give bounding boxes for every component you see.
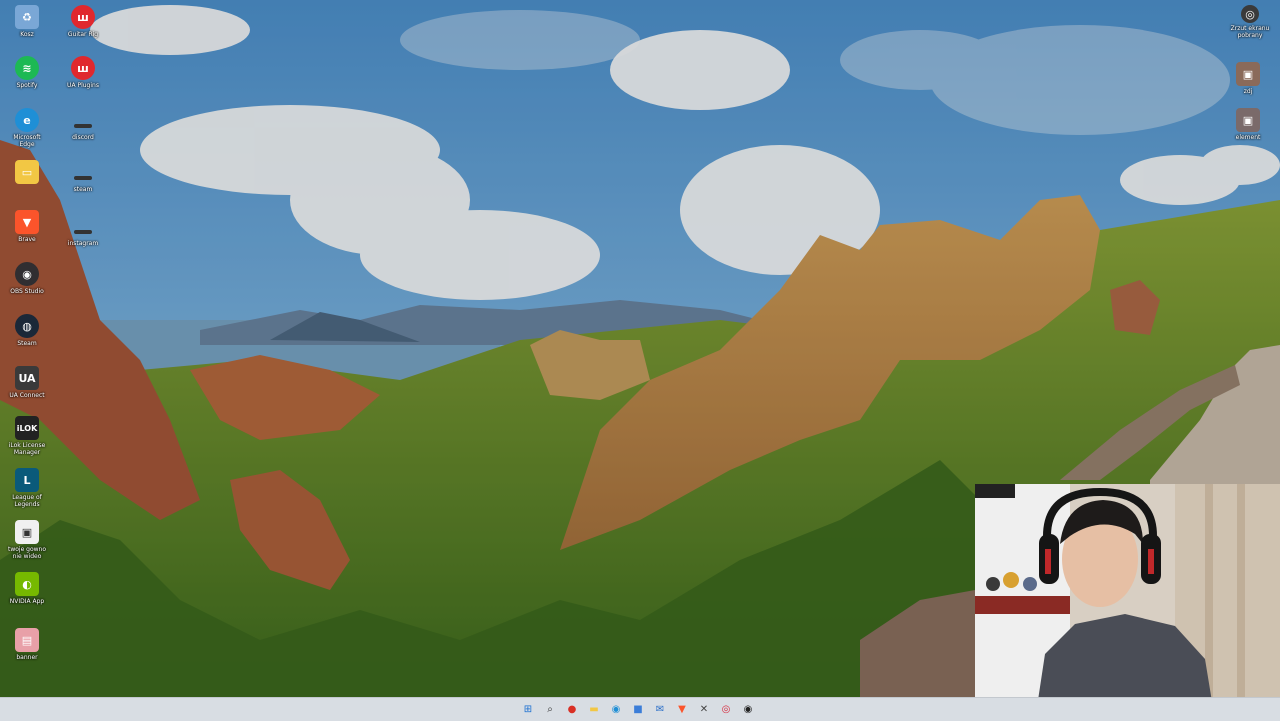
desktop-icon-folder[interactable]: ▭ bbox=[5, 160, 49, 186]
desktop-icon-steam[interactable]: ◍ Steam bbox=[5, 314, 49, 347]
brave-icon[interactable]: ▼ bbox=[674, 701, 690, 717]
shortcut-icon bbox=[71, 120, 95, 132]
spotify-icon: ≋ bbox=[15, 56, 39, 80]
webcam-feed-image bbox=[975, 484, 1280, 720]
brave-icon: ▼ bbox=[15, 210, 39, 234]
desktop-icon-ilok[interactable]: iLOK iLok License Manager bbox=[5, 416, 49, 456]
store-icon[interactable]: ■ bbox=[630, 701, 646, 717]
desktop-icon-league[interactable]: L League of Legends bbox=[5, 468, 49, 508]
desktop-icon-guitar-rig[interactable]: ш Guitar Rig bbox=[61, 5, 105, 38]
desktop-icon-instagram-shortcut[interactable]: instagram bbox=[61, 226, 105, 247]
desktop-icon-brave[interactable]: ▼ Brave bbox=[5, 210, 49, 243]
desktop-icon-nvidia[interactable]: ◐ NVIDIA App bbox=[5, 572, 49, 605]
desktop-icon-recycle-bin[interactable]: ♻ Kosz bbox=[5, 5, 49, 38]
photo-icon: ▣ bbox=[1236, 108, 1260, 132]
recycle-bin-icon: ♻ bbox=[15, 5, 39, 29]
file-explorer-icon[interactable]: ▬ bbox=[586, 701, 602, 717]
steam-icon: ◍ bbox=[15, 314, 39, 338]
nvidia-icon: ◐ bbox=[15, 572, 39, 596]
record-icon[interactable]: ◉ bbox=[740, 701, 756, 717]
webcam-overlay bbox=[975, 484, 1280, 720]
shortcut-icon bbox=[71, 226, 95, 238]
start-icon[interactable]: ⊞ bbox=[520, 701, 536, 717]
desktop-icon-discord-shortcut[interactable]: discord bbox=[61, 120, 105, 141]
desktop-icon-photo-element[interactable]: ▣ element bbox=[1226, 108, 1270, 141]
screenshot-icon: ◎ bbox=[1241, 5, 1259, 23]
ilok-icon: iLOK bbox=[15, 416, 39, 440]
chrome-icon[interactable]: ● bbox=[564, 701, 580, 717]
desktop-icon-ua-plugins[interactable]: ш UA Plugins bbox=[61, 56, 105, 89]
app-red-icon: ш bbox=[71, 5, 95, 29]
app-red-icon: ш bbox=[71, 56, 95, 80]
desktop-icon-obs[interactable]: ◉ OBS Studio bbox=[5, 262, 49, 295]
mail-icon[interactable]: ✉ bbox=[652, 701, 668, 717]
shortcut-icon bbox=[71, 172, 95, 184]
file-icon: ▣ bbox=[15, 520, 39, 544]
taskbar: ⊞ ⌕ ● ▬ ◉ ■ ✉ ▼ ✕ ◎ ◉ bbox=[0, 697, 1280, 721]
photo-icon: ▣ bbox=[1236, 62, 1260, 86]
league-icon: L bbox=[15, 468, 39, 492]
search-icon[interactable]: ⌕ bbox=[542, 701, 558, 717]
obs-icon: ◉ bbox=[15, 262, 39, 286]
ua-connect-icon: UA bbox=[15, 366, 39, 390]
desktop-icon-steam-shortcut[interactable]: steam bbox=[61, 172, 105, 193]
edge-icon[interactable]: ◉ bbox=[608, 701, 624, 717]
app-icon[interactable]: ✕ bbox=[696, 701, 712, 717]
folder-icon: ▭ bbox=[15, 160, 39, 184]
desktop-icon-screenshot[interactable]: ◎ Zrzut ekranu pobrany bbox=[1226, 5, 1274, 39]
desktop-icon-photo-zdj[interactable]: ▣ zdj bbox=[1226, 62, 1270, 95]
edge-icon: e bbox=[15, 108, 39, 132]
desktop-icon-ua-connect[interactable]: UA UA Connect bbox=[5, 366, 49, 399]
desktop-icon-spotify[interactable]: ≋ Spotify bbox=[5, 56, 49, 89]
desktop-icon-banner[interactable]: ▤ banner bbox=[5, 628, 49, 661]
taskbar-pinned-apps: ⊞ ⌕ ● ▬ ◉ ■ ✉ ▼ ✕ ◎ ◉ bbox=[520, 701, 756, 717]
desktop-icon-edge[interactable]: e Microsoft Edge bbox=[5, 108, 49, 148]
opera-icon[interactable]: ◎ bbox=[718, 701, 734, 717]
image-file-icon: ▤ bbox=[15, 628, 39, 652]
desktop-icon-video-file[interactable]: ▣ twoje gowno nie wideo bbox=[5, 520, 49, 560]
